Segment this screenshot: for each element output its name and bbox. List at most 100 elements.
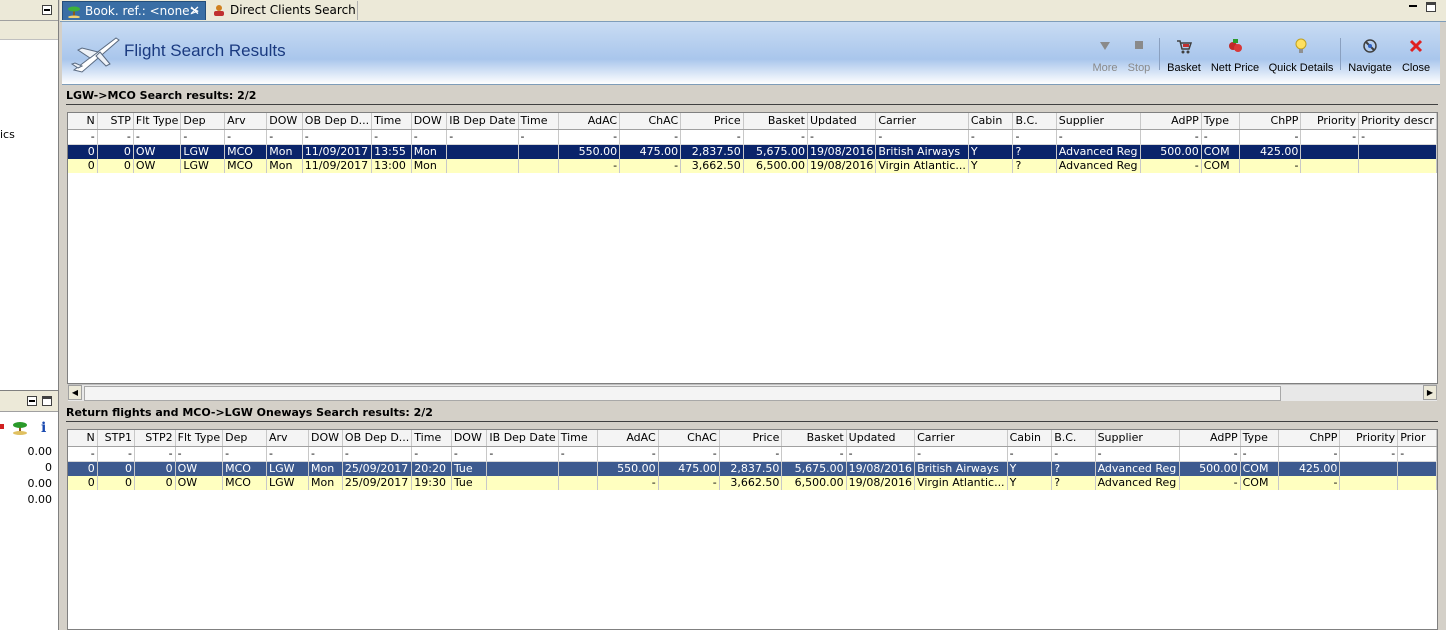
column-header[interactable]: Dep xyxy=(180,113,226,130)
filter-row[interactable]: -------------------------- xyxy=(68,446,1437,462)
column-header[interactable]: DOW xyxy=(411,113,448,130)
filter-cell[interactable]: - xyxy=(1140,129,1202,145)
column-header[interactable]: Priority xyxy=(1339,430,1399,447)
column-header[interactable]: Time xyxy=(371,113,412,130)
tab-booking[interactable]: Book. ref.: <none> ✕ xyxy=(62,1,206,20)
column-header[interactable]: AdPP xyxy=(1140,113,1202,130)
column-header[interactable]: Updated xyxy=(807,113,877,130)
filter-cell[interactable]: - xyxy=(68,129,98,145)
filter-cell[interactable]: - xyxy=(719,446,783,462)
column-header[interactable]: DOW xyxy=(451,430,488,447)
minimize-icon[interactable] xyxy=(27,396,37,406)
column-header[interactable]: Basket xyxy=(743,113,808,130)
column-header[interactable]: AdAC xyxy=(597,430,659,447)
filter-cell[interactable]: - xyxy=(451,446,488,462)
column-header[interactable]: Dep xyxy=(222,430,267,447)
navigate-button[interactable]: Navigate xyxy=(1346,38,1394,82)
filter-cell[interactable]: - xyxy=(1051,446,1096,462)
filter-cell[interactable]: - xyxy=(97,129,134,145)
column-header[interactable]: Basket xyxy=(781,430,847,447)
column-header[interactable]: N xyxy=(68,113,98,130)
filter-cell[interactable]: - xyxy=(1095,446,1180,462)
column-header[interactable]: Carrier xyxy=(914,430,1008,447)
column-header[interactable]: Arv xyxy=(266,430,310,447)
filter-cell[interactable]: - xyxy=(1007,446,1053,462)
maximize-icon[interactable] xyxy=(1426,2,1436,12)
close-tab-icon[interactable]: ✕ xyxy=(189,2,200,21)
column-header[interactable]: DOW xyxy=(266,113,303,130)
filter-cell[interactable]: - xyxy=(558,446,598,462)
filter-cell[interactable]: - xyxy=(518,129,560,145)
maximize-icon[interactable] xyxy=(42,396,52,406)
filter-cell[interactable]: - xyxy=(302,129,373,145)
column-header[interactable]: Supplier xyxy=(1095,430,1180,447)
filter-cell[interactable]: - xyxy=(222,446,267,462)
scrollbar-thumb[interactable] xyxy=(84,386,1281,401)
column-header[interactable]: Priority xyxy=(1300,113,1360,130)
column-header[interactable]: AdPP xyxy=(1179,430,1241,447)
filter-cell[interactable]: - xyxy=(914,446,1008,462)
tab-direct-clients-search[interactable]: Direct Clients Search xyxy=(208,1,358,20)
filter-cell[interactable]: - xyxy=(1397,446,1437,462)
stop-button[interactable]: Stop xyxy=(1124,38,1154,82)
column-header[interactable]: ChPP xyxy=(1278,430,1341,447)
column-header[interactable]: Updated xyxy=(846,430,916,447)
column-header[interactable]: Type xyxy=(1240,430,1280,447)
column-header[interactable]: ChPP xyxy=(1239,113,1302,130)
column-header[interactable]: Cabin xyxy=(968,113,1014,130)
column-header[interactable]: Supplier xyxy=(1056,113,1141,130)
column-header[interactable]: Carrier xyxy=(875,113,969,130)
column-header[interactable]: N xyxy=(68,430,98,447)
filter-cell[interactable]: - xyxy=(680,129,744,145)
filter-cell[interactable]: - xyxy=(342,446,413,462)
column-header[interactable]: STP2 xyxy=(134,430,176,447)
filter-cell[interactable]: - xyxy=(619,129,682,145)
filter-cell[interactable]: - xyxy=(1012,129,1057,145)
column-header[interactable]: ChAC xyxy=(619,113,682,130)
filter-cell[interactable]: - xyxy=(486,446,559,462)
close-button[interactable]: Close xyxy=(1400,38,1432,82)
nett-price-button[interactable]: Nett Price xyxy=(1208,38,1262,82)
column-header[interactable]: Cabin xyxy=(1007,430,1053,447)
filter-cell[interactable]: - xyxy=(446,129,519,145)
info-icon[interactable]: i xyxy=(38,419,50,435)
basket-button[interactable]: Basket xyxy=(1166,38,1202,82)
column-header[interactable]: STP xyxy=(97,113,134,130)
column-header[interactable]: Flt Type xyxy=(175,430,224,447)
more-button[interactable]: More xyxy=(1088,38,1122,82)
column-header[interactable]: Price xyxy=(680,113,744,130)
filter-cell[interactable]: - xyxy=(558,129,621,145)
filter-cell[interactable]: - xyxy=(597,446,659,462)
table-row[interactable]: 0 0 OW LGW MCO Mon 11/09/2017 13:00 Mon - -3,662.5… xyxy=(68,159,1437,173)
filter-cell[interactable]: - xyxy=(1339,446,1399,462)
filter-cell[interactable]: - xyxy=(266,446,310,462)
column-header[interactable]: ChAC xyxy=(658,430,720,447)
filter-cell[interactable]: - xyxy=(411,446,452,462)
filter-cell[interactable]: - xyxy=(411,129,448,145)
filter-cell[interactable]: - xyxy=(224,129,268,145)
column-header[interactable]: Arv xyxy=(224,113,268,130)
filter-cell[interactable]: - xyxy=(266,129,303,145)
column-header[interactable]: Type xyxy=(1201,113,1241,130)
filter-cell[interactable]: - xyxy=(781,446,847,462)
table-row[interactable]: 0 0 OW LGW MCO Mon 11/09/2017 13:55 Mon 550.00 475… xyxy=(68,144,1437,159)
column-header[interactable]: Time xyxy=(558,430,598,447)
palm-tree-icon[interactable] xyxy=(12,419,28,435)
column-header[interactable]: IB Dep Date xyxy=(446,113,519,130)
minimize-icon[interactable] xyxy=(42,5,52,15)
table-row[interactable]: 0 0 0 OW MCO LGW Mon 25/09/2017 20:20 Tue 550.00 47… xyxy=(68,461,1437,476)
column-header[interactable]: Price xyxy=(719,430,783,447)
filter-cell[interactable]: - xyxy=(1179,446,1241,462)
filter-cell[interactable]: - xyxy=(1278,446,1341,462)
column-header[interactable]: Time xyxy=(518,113,560,130)
filter-cell[interactable]: - xyxy=(846,446,916,462)
filter-cell[interactable]: - xyxy=(968,129,1014,145)
minimize-icon[interactable] xyxy=(1408,2,1418,12)
horizontal-scrollbar[interactable]: ◀ ▶ xyxy=(68,384,1437,401)
filter-cell[interactable]: - xyxy=(1358,129,1437,145)
column-header[interactable]: DOW xyxy=(308,430,343,447)
filter-cell[interactable]: - xyxy=(658,446,720,462)
column-header[interactable]: AdAC xyxy=(558,113,621,130)
column-header[interactable]: IB Dep Date xyxy=(486,430,559,447)
filter-cell[interactable]: - xyxy=(68,446,98,462)
